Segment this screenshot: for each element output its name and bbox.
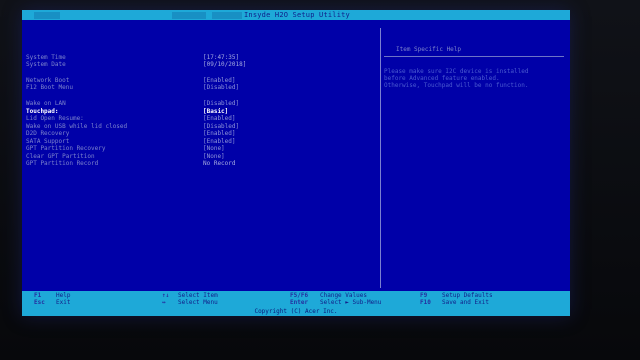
setting-value[interactable]: [Enabled] (203, 115, 236, 122)
setting-label: GPT Partition Recovery (26, 145, 106, 152)
settings-panel: System Time [17:47:35] System Date [09/1… (22, 20, 380, 290)
setting-network-boot[interactable]: Network Boot [Enabled] (26, 77, 366, 84)
setting-wake-on-usb[interactable]: Wake on USB while lid closed [Disabled] (26, 123, 366, 130)
key-arrows-leftright: ↔ (162, 299, 166, 306)
setting-value: No Record (203, 160, 236, 167)
key-enter: Enter (290, 299, 309, 306)
key-desc: Setup Defaults (442, 292, 493, 299)
key-desc: Exit (56, 299, 71, 306)
key-arrows-updown: ↑↓ (162, 292, 170, 299)
setting-value[interactable]: [09/10/2018] (203, 61, 246, 68)
setting-clear-gpt-partition[interactable]: Clear GPT Partition [None] (26, 153, 366, 160)
key-f9: F9 (420, 292, 428, 299)
setting-value[interactable]: [None] (203, 145, 225, 152)
key-desc: Save and Exit (442, 299, 489, 306)
setting-label: GPT Partition Record (26, 160, 99, 167)
setting-label: Touchpad: (26, 108, 59, 115)
tab-main[interactable] (172, 12, 206, 19)
setting-gpt-partition-recovery[interactable]: GPT Partition Recovery [None] (26, 145, 366, 152)
setting-label: System Time (26, 54, 66, 61)
setting-system-time[interactable]: System Time [17:47:35] (26, 54, 366, 61)
help-title: Item Specific Help (396, 46, 462, 53)
setting-touchpad[interactable]: Touchpad: [Basic] (26, 108, 366, 115)
help-divider (384, 56, 564, 57)
setting-label: Wake on USB while lid closed (26, 123, 128, 130)
setting-label: Network Boot (26, 77, 70, 84)
monitor-bezel: Insyde H2O Setup Utility System Time [17… (0, 0, 640, 360)
setting-value[interactable]: [Disabled] (203, 123, 239, 130)
setting-label: System Date (26, 61, 66, 68)
setting-gpt-partition-record: GPT Partition Record No Record (26, 160, 366, 167)
setup-utility-title: Insyde H2O Setup Utility (244, 11, 350, 19)
panel-divider (380, 28, 381, 288)
key-desc: Change Values (320, 292, 367, 299)
setting-label: F12 Boot Menu (26, 84, 73, 91)
setting-d2d-recovery[interactable]: D2D Recovery [Enabled] (26, 130, 366, 137)
setting-lid-open-resume[interactable]: Lid Open Resume: [Enabled] (26, 115, 366, 122)
key-desc: Select ► Sub-Menu (320, 299, 382, 306)
help-panel: Item Specific Help Please make sure I2C … (382, 20, 570, 290)
setting-label: Wake on LAN (26, 100, 66, 107)
setting-value[interactable]: [Disabled] (203, 100, 239, 107)
setting-wake-on-lan[interactable]: Wake on LAN [Disabled] (26, 100, 366, 107)
help-text-line: before Advanced feature enabled. (384, 75, 500, 82)
setting-label: Clear GPT Partition (26, 153, 95, 160)
setting-label: SATA Support (26, 138, 70, 145)
help-text-line: Please make sure I2C device is installed (384, 68, 529, 75)
key-legend-bar: F1 Help Esc Exit ↑↓ Select Item ↔ Select… (22, 291, 570, 307)
bios-screen: Insyde H2O Setup Utility System Time [17… (22, 10, 570, 316)
setting-value[interactable]: [Enabled] (203, 77, 236, 84)
top-menu-bar: Insyde H2O Setup Utility (22, 10, 570, 20)
copyright-bar: Copyright (C) Acer Inc. (22, 307, 570, 316)
setting-f12-boot-menu[interactable]: F12 Boot Menu [Disabled] (26, 84, 366, 91)
setting-label: D2D Recovery (26, 130, 70, 137)
key-esc: Esc (34, 299, 45, 306)
key-f1: F1 (34, 292, 42, 299)
key-desc: Select Item (178, 292, 218, 299)
setting-system-date[interactable]: System Date [09/10/2018] (26, 61, 366, 68)
setting-sata-support[interactable]: SATA Support [Enabled] (26, 138, 366, 145)
key-desc: Select Menu (178, 299, 218, 306)
setting-value[interactable]: [None] (203, 153, 225, 160)
setting-value[interactable]: [17:47:35] (203, 54, 239, 61)
setting-value[interactable]: [Enabled] (203, 138, 236, 145)
key-desc: Help (56, 292, 71, 299)
setting-value[interactable]: [Disabled] (203, 84, 239, 91)
setting-label: Lid Open Resume: (26, 115, 84, 122)
copyright-text: Copyright (C) Acer Inc. (254, 308, 338, 315)
key-f10: F10 (420, 299, 431, 306)
tab-information[interactable] (34, 12, 60, 19)
tab-security[interactable] (212, 12, 242, 19)
help-text-line: Otherwise, Touchpad will be no function. (384, 82, 529, 89)
setting-value[interactable]: [Basic] (203, 108, 228, 115)
setting-value[interactable]: [Enabled] (203, 130, 236, 137)
key-f5-f6: F5/F6 (290, 292, 309, 299)
